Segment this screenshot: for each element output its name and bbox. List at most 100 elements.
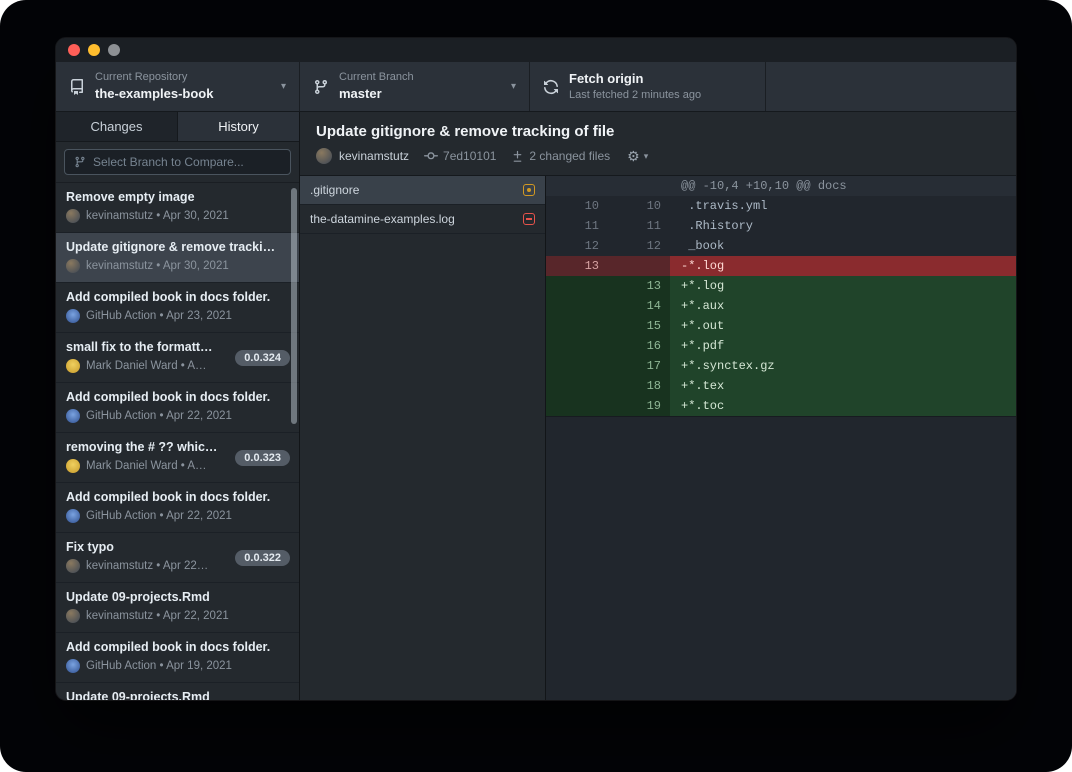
commit-title: Update gitignore & remove tracking of fi… <box>316 123 1000 140</box>
new-line-number: 17 <box>608 356 670 376</box>
changed-files-count: 2 changed files <box>511 149 610 163</box>
commit-meta-row: kevinamstutz • Apr 30, 2021 <box>66 259 289 273</box>
commit-list-item[interactable]: Update 09-projects.Rmd kevinamstutz • Ap… <box>56 583 299 633</box>
branch-icon <box>313 79 329 95</box>
commit-author-date: kevinamstutz • Apr 22… <box>86 560 208 572</box>
author-avatar <box>316 148 332 164</box>
commit-meta-row: GitHub Action • Apr 22, 2021 <box>66 509 289 523</box>
chevron-down-icon: ▾ <box>511 81 516 92</box>
diff-line: 16 +*.pdf <box>546 336 1016 356</box>
branch-text: Current Branch master <box>339 70 414 102</box>
old-line-number: 13 <box>546 256 608 276</box>
new-line-number: 13 <box>608 276 670 296</box>
commit-list-item[interactable]: Add compiled book in docs folder. GitHub… <box>56 633 299 683</box>
author-avatar <box>66 659 80 673</box>
author-avatar <box>66 609 80 623</box>
new-line-gutter <box>608 176 670 196</box>
branch-label: Current Branch <box>339 70 414 85</box>
current-repository-dropdown[interactable]: Current Repository the-examples-book ▾ <box>56 62 300 111</box>
old-line-number: 10 <box>546 196 608 216</box>
commit-detail-header: Update gitignore & remove tracking of fi… <box>300 112 1016 176</box>
diff-line-text: +*.aux <box>670 296 1016 316</box>
old-line-number <box>546 276 608 296</box>
diff-line: 19 +*.toc <box>546 396 1016 416</box>
branch-name: master <box>339 85 414 103</box>
diff-hunk-header-row: @@ -10,4 +10,10 @@ docs <box>546 176 1016 196</box>
new-line-number: 15 <box>608 316 670 336</box>
diff-line: 10 10 .travis.yml <box>546 196 1016 216</box>
commit-list-item[interactable]: Remove empty image kevinamstutz • Apr 30… <box>56 183 299 233</box>
fetch-label: Fetch origin <box>569 70 701 88</box>
minimize-window-button[interactable] <box>88 44 100 56</box>
branch-icon <box>74 156 86 168</box>
gear-icon: ⚙ <box>627 149 640 163</box>
diff-line: 15 +*.out <box>546 316 1016 336</box>
commit-summary: Remove empty image <box>66 190 289 204</box>
author-avatar <box>66 359 80 373</box>
commit-summary: Update gitignore & remove tracki… <box>66 240 289 254</box>
old-line-number <box>546 396 608 416</box>
chevron-down-icon: ▾ <box>281 81 286 92</box>
diff-line: 12 12 _book <box>546 236 1016 256</box>
commit-list-item[interactable]: Add compiled book in docs folder. GitHub… <box>56 383 299 433</box>
file-list-item[interactable]: the-datamine-examples.log <box>300 205 545 234</box>
diff-line-text: .travis.yml <box>670 196 1016 216</box>
diff-line-text: +*.synctex.gz <box>670 356 1016 376</box>
sidebar: Changes History Select Branch to Compare… <box>56 112 300 700</box>
file-status-icon <box>523 213 535 225</box>
diff-line: 11 11 .Rhistory <box>546 216 1016 236</box>
titlebar[interactable] <box>56 38 1016 62</box>
commit-list-item[interactable]: Fix typo kevinamstutz • Apr 22… 0.0.322 <box>56 533 299 583</box>
content: Changes History Select Branch to Compare… <box>56 112 1016 700</box>
diff-line-text: +*.pdf <box>670 336 1016 356</box>
diff-line-text: _book <box>670 236 1016 256</box>
old-line-number <box>546 336 608 356</box>
author-avatar <box>66 559 80 573</box>
changed-files-label: 2 changed files <box>529 149 610 163</box>
diff-line: 14 +*.aux <box>546 296 1016 316</box>
commit-list-item[interactable]: Update 09-projects.Rmd <box>56 683 299 700</box>
zoom-window-button[interactable] <box>108 44 120 56</box>
tab-history[interactable]: History <box>178 112 299 141</box>
author-avatar <box>66 209 80 223</box>
old-line-number <box>546 296 608 316</box>
new-line-number <box>608 256 670 276</box>
new-line-number: 18 <box>608 376 670 396</box>
version-tag-badge: 0.0.322 <box>235 550 290 566</box>
commit-list-item[interactable]: Update gitignore & remove tracki… kevina… <box>56 233 299 283</box>
sidebar-tabs: Changes History <box>56 112 299 142</box>
old-line-number: 12 <box>546 236 608 256</box>
commit-icon <box>424 149 438 163</box>
commit-list-item[interactable]: Add compiled book in docs folder. GitHub… <box>56 483 299 533</box>
commit-author-date: kevinamstutz • Apr 30, 2021 <box>86 210 229 222</box>
fetch-origin-button[interactable]: Fetch origin Last fetched 2 minutes ago <box>530 62 766 111</box>
commit-list-item[interactable]: Add compiled book in docs folder. GitHub… <box>56 283 299 333</box>
diff-line-text: -*.log <box>670 256 1016 276</box>
commit-meta-row: GitHub Action • Apr 19, 2021 <box>66 659 289 673</box>
diff-icon <box>511 150 524 163</box>
new-line-number: 10 <box>608 196 670 216</box>
close-window-button[interactable] <box>68 44 80 56</box>
diff-line: 13 +*.log <box>546 276 1016 296</box>
diff-line: 18 +*.tex <box>546 376 1016 396</box>
diff-line: 17 +*.synctex.gz <box>546 356 1016 376</box>
branch-compare-input[interactable]: Select Branch to Compare... <box>64 149 291 175</box>
file-list-item[interactable]: .gitignore <box>300 176 545 205</box>
commit-list-scrollbar[interactable] <box>291 188 297 424</box>
current-branch-dropdown[interactable]: Current Branch master ▾ <box>300 62 530 111</box>
hunk-header: @@ -10,4 +10,10 @@ docs <box>670 176 1016 196</box>
fetch-text: Fetch origin Last fetched 2 minutes ago <box>569 70 701 102</box>
author-avatar <box>66 409 80 423</box>
fetch-status: Last fetched 2 minutes ago <box>569 88 701 103</box>
commit-meta-row: GitHub Action • Apr 22, 2021 <box>66 409 289 423</box>
commit-list-item[interactable]: removing the # ?? whic… Mark Daniel Ward… <box>56 433 299 483</box>
commit-detail-body: .gitignore the-datamine-examples.log <box>300 176 1016 700</box>
changed-files-list: .gitignore the-datamine-examples.log <box>300 176 546 700</box>
diff-lines: 10 10 .travis.yml 11 11 .Rhistory <box>546 196 1016 417</box>
commit-list-item[interactable]: small fix to the formatt… Mark Daniel Wa… <box>56 333 299 383</box>
commit-options-button[interactable]: ⚙ ▾ <box>627 149 648 163</box>
tab-changes[interactable]: Changes <box>56 112 178 141</box>
author-avatar <box>66 309 80 323</box>
toolbar: Current Repository the-examples-book ▾ C… <box>56 62 1016 112</box>
commit-meta-row: kevinamstutz • Apr 22, 2021 <box>66 609 289 623</box>
